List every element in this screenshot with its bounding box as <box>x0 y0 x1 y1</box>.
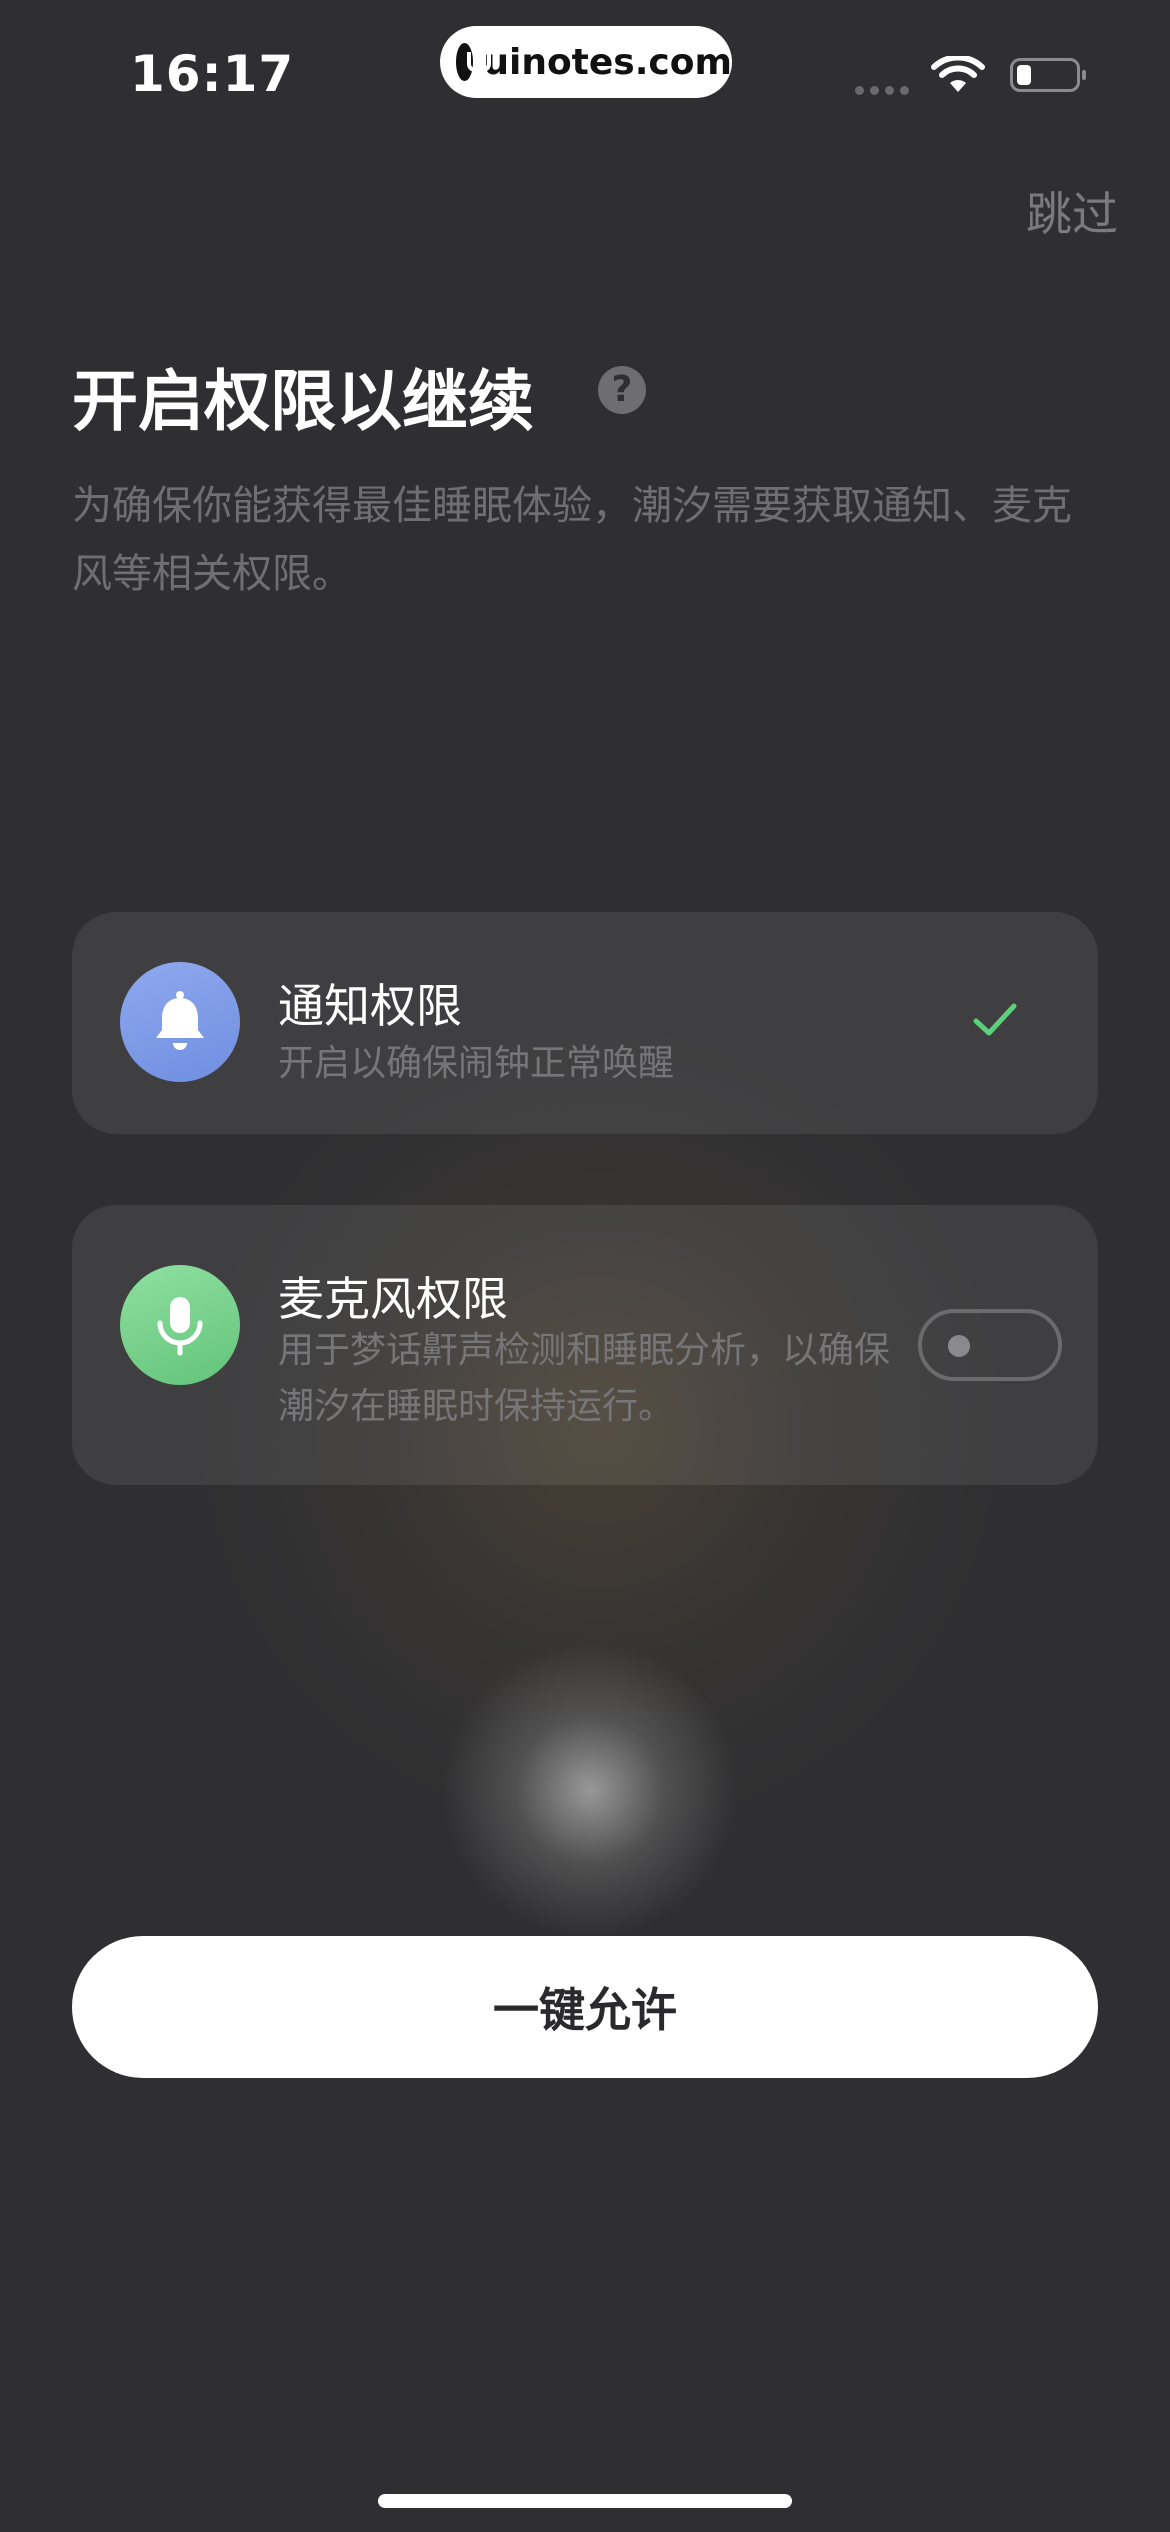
microphone-permission-card[interactable]: 麦克风权限 用于梦话鼾声检测和睡眠分析，以确保潮汐在睡眠时保持运行。 <box>72 1205 1098 1485</box>
home-indicator[interactable] <box>378 2494 792 2508</box>
background-orb <box>440 1640 740 1940</box>
microphone-toggle[interactable] <box>918 1309 1062 1381</box>
battery-icon <box>1010 58 1086 92</box>
permission-description: 用于梦话鼾声检测和睡眠分析，以确保潮汐在睡眠时保持运行。 <box>278 1330 891 1427</box>
help-icon[interactable]: ? <box>598 366 646 414</box>
watermark-text: uinotes.com <box>483 41 732 83</box>
status-time: 16:17 <box>130 45 295 103</box>
notification-permission-card[interactable]: 通知权限 开启以确保闹钟正常唤醒 <box>72 912 1098 1134</box>
microphone-icon <box>120 1265 240 1385</box>
checkmark-icon <box>973 1003 1017 1036</box>
permission-title: 麦克风权限 <box>278 1272 508 1326</box>
page-title: 开启权限以继续 <box>72 363 534 440</box>
watermark-logo-icon <box>456 43 492 81</box>
toggle-knob <box>948 1335 970 1357</box>
allow-all-button[interactable]: 一键允许 <box>72 1936 1098 2078</box>
watermark-badge: uinotes.com <box>440 26 732 98</box>
bell-icon <box>120 962 240 1082</box>
wifi-icon <box>931 56 985 92</box>
status-bar: 16:17 uinotes.com <box>0 0 1170 150</box>
cellular-signal-icon <box>855 86 909 95</box>
page-subtitle: 为确保你能获得最佳睡眠体验，潮汐需要获取通知、麦克风等相关权限。 <box>72 483 1072 597</box>
permission-description: 开启以确保闹钟正常唤醒 <box>278 1043 675 1084</box>
skip-button[interactable]: 跳过 <box>1026 178 1118 244</box>
permission-title: 通知权限 <box>278 979 462 1033</box>
